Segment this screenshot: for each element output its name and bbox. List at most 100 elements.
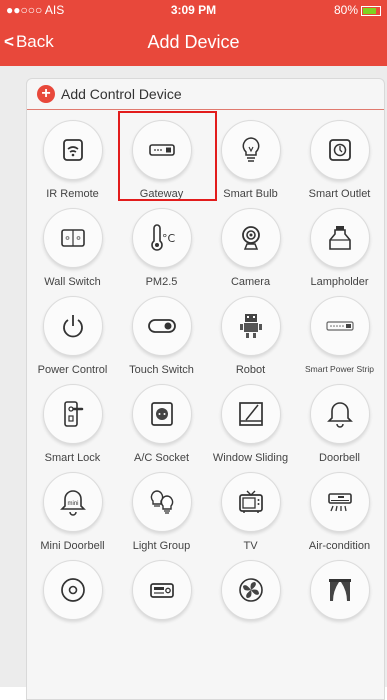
status-bar: ●●○○○ AIS 3:09 PM 80%	[0, 0, 387, 20]
device-wall-switch[interactable]: Wall Switch	[29, 206, 116, 294]
device-label: Smart Power Strip	[305, 364, 374, 374]
device-label: Window Sliding	[212, 452, 289, 464]
device-icon-circle[interactable]	[220, 296, 281, 356]
battery-percent: 80%	[333, 3, 358, 17]
device-icon-circle[interactable]	[309, 120, 370, 180]
device-speaker[interactable]	[29, 558, 116, 646]
thermometer-icon: °C	[150, 224, 175, 251]
device-ac-socket[interactable]: A/C Socket	[118, 382, 205, 470]
device-label: TV	[243, 540, 258, 552]
lampholder-icon	[328, 226, 351, 250]
device-label: Touch Switch	[129, 364, 194, 376]
device-label: Wall Switch	[44, 276, 101, 288]
speaker-icon	[60, 578, 85, 602]
tv-icon	[238, 490, 263, 513]
device-label: Camera	[230, 276, 271, 288]
toggle-icon	[147, 319, 176, 333]
device-label: Smart Bulb	[223, 188, 278, 200]
fan-icon	[238, 578, 263, 602]
device-gateway[interactable]: Gateway	[118, 111, 217, 206]
device-icon-circle[interactable]	[42, 384, 103, 444]
device-robot[interactable]: Robot	[207, 294, 294, 382]
device-camera[interactable]: Camera	[207, 206, 294, 294]
device-icon-circle[interactable]	[309, 472, 370, 532]
device-smart-bulb[interactable]: Smart Bulb	[207, 118, 294, 206]
card-header: + Add Control Device	[27, 79, 384, 110]
device-doorbell[interactable]: Doorbell	[296, 382, 383, 470]
device-label: Doorbell	[319, 452, 360, 464]
device-card: + Add Control Device IR Remote Gateway S…	[26, 78, 385, 700]
device-icon-circle[interactable]: °C	[131, 208, 192, 268]
power-strip-icon	[325, 321, 354, 331]
device-icon-circle[interactable]	[220, 208, 281, 268]
lock-icon	[63, 401, 83, 427]
device-light-group[interactable]: Light Group	[118, 470, 205, 558]
device-radio[interactable]	[118, 558, 205, 646]
device-smart-outlet[interactable]: Smart Outlet	[296, 118, 383, 206]
device-label: PM2.5	[145, 276, 178, 288]
device-ir-remote[interactable]: IR Remote	[29, 118, 116, 206]
device-pm25[interactable]: °C PM2.5	[118, 206, 205, 294]
device-smart-lock[interactable]: Smart Lock	[29, 382, 116, 470]
device-power-control[interactable]: Power Control	[29, 294, 116, 382]
device-icon-circle[interactable]	[131, 120, 192, 180]
socket-icon	[150, 402, 173, 426]
device-icon-circle[interactable]	[131, 560, 192, 620]
device-label: Gateway	[139, 188, 184, 200]
device-grid: IR Remote Gateway Smart Bulb Smart Outle…	[27, 110, 384, 646]
device-label: Smart Outlet	[308, 188, 371, 200]
device-icon-circle[interactable]	[309, 208, 370, 268]
bulbs-icon	[150, 490, 173, 514]
device-label: Lampholder	[310, 276, 369, 288]
device-touch-switch[interactable]: Touch Switch	[118, 294, 205, 382]
device-window-sliding[interactable]: Window Sliding	[207, 382, 294, 470]
device-icon-circle[interactable]	[42, 560, 103, 620]
device-label: IR Remote	[46, 188, 99, 200]
add-icon: +	[37, 85, 55, 103]
device-label: Smart Lock	[44, 452, 101, 464]
window-icon	[238, 402, 263, 426]
camera-icon	[241, 226, 260, 250]
outlet-icon	[328, 139, 351, 161]
bulb-icon	[242, 137, 259, 162]
device-icon-circle[interactable]	[220, 472, 281, 532]
device-icon-circle[interactable]	[131, 296, 192, 356]
device-fan[interactable]	[207, 558, 294, 646]
device-tv[interactable]: TV	[207, 470, 294, 558]
robot-icon	[239, 314, 262, 338]
device-smart-power-strip[interactable]: Smart Power Strip	[296, 294, 383, 382]
aircon-icon	[327, 493, 352, 512]
device-air-condition[interactable]: Air-condition	[296, 470, 383, 558]
device-icon-circle[interactable]	[131, 472, 192, 532]
device-lampholder[interactable]: Lampholder	[296, 206, 383, 294]
mini-bell-text: mini	[67, 501, 78, 507]
device-label: Robot	[235, 364, 266, 376]
device-icon-circle[interactable]	[220, 384, 281, 444]
device-mini-doorbell[interactable]: mini Mini Doorbell	[29, 470, 116, 558]
curtain-icon	[328, 579, 351, 601]
device-icon-circle[interactable]	[131, 384, 192, 444]
device-icon-circle[interactable]	[220, 560, 281, 620]
page-title: Add Device	[147, 32, 240, 52]
status-time: 3:09 PM	[170, 3, 217, 17]
device-label: Power Control	[37, 364, 108, 376]
device-label: A/C Socket	[133, 452, 190, 464]
device-label: Air-condition	[308, 540, 371, 552]
device-label: Light Group	[132, 540, 191, 552]
gateway-icon	[148, 144, 175, 156]
radio-icon	[149, 583, 174, 598]
nav-bar: < Back Add Device	[0, 20, 387, 66]
device-curtain[interactable]	[296, 558, 383, 646]
device-icon-circle[interactable]	[220, 120, 281, 180]
battery-icon	[361, 5, 381, 16]
device-icon-circle[interactable]	[309, 296, 370, 356]
device-icon-circle[interactable]	[309, 560, 370, 620]
power-icon	[62, 315, 83, 338]
device-icon-circle[interactable]	[42, 296, 103, 356]
device-icon-circle[interactable]	[42, 120, 103, 180]
battery-status: 80%	[334, 3, 381, 17]
device-icon-circle[interactable]	[309, 384, 370, 444]
device-icon-circle[interactable]	[42, 208, 103, 268]
device-icon-circle[interactable]: mini	[42, 472, 103, 532]
device-label: Mini Doorbell	[40, 540, 105, 552]
